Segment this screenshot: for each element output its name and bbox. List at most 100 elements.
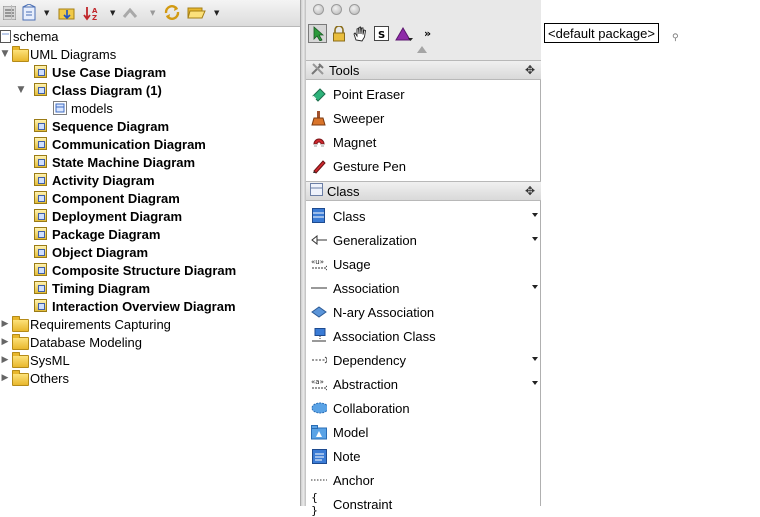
item-label: Dependency (333, 353, 406, 368)
folder-down-icon[interactable] (57, 4, 77, 21)
s-icon[interactable]: S (372, 24, 391, 43)
item-label: Collaboration (333, 401, 410, 416)
diamond-icon (311, 304, 327, 320)
sync-icon[interactable] (162, 4, 182, 21)
collapse-triangle-icon[interactable]: ▶ (0, 337, 10, 347)
tools-icon (310, 62, 326, 79)
collapse-triangle-icon[interactable]: ▶ (0, 355, 10, 365)
move-handle-icon[interactable]: ✥ (525, 63, 535, 77)
item-label: Point Eraser (333, 87, 405, 102)
palette-item-usage[interactable]: «u» Usage (306, 252, 541, 276)
expand-triangle-icon[interactable]: ▼ (0, 49, 10, 59)
minimize-window-button[interactable] (331, 4, 342, 15)
eraser-icon (311, 86, 327, 102)
sort-az-icon[interactable]: AZ (82, 4, 102, 21)
tree-item-label: Object Diagram (52, 244, 149, 260)
select-arrow-icon[interactable] (308, 24, 327, 43)
palette-item-association-class[interactable]: Association Class (306, 324, 541, 348)
diagram-icon (34, 281, 49, 295)
tree-item-others[interactable]: ▶ Others (0, 369, 69, 387)
menu-icon[interactable] (2, 4, 16, 21)
tree-item-state-machine-diagram[interactable]: State Machine Diagram (34, 153, 195, 171)
tree-item-composite-structure-diagram[interactable]: Composite Structure Diagram (34, 261, 236, 279)
package-label[interactable]: <default package> (544, 23, 659, 43)
tree-item-timing-diagram[interactable]: Timing Diagram (34, 279, 150, 297)
lock-icon[interactable] (329, 24, 348, 43)
palette-item-gesture-pen[interactable]: Gesture Pen (306, 154, 541, 178)
collapse-toolbar-icon[interactable] (417, 46, 427, 53)
constraint-icon: { } (311, 491, 318, 517)
class-diagram-file-icon (53, 101, 68, 115)
item-label: Sweeper (333, 111, 385, 126)
note-icon (311, 448, 327, 464)
svg-text:«u»: «u» (311, 258, 324, 266)
tree-item-component-diagram[interactable]: Component Diagram (34, 189, 180, 207)
dropdown-arrow-icon[interactable] (532, 213, 538, 217)
dropdown-arrow-icon[interactable] (532, 357, 538, 361)
diagram-canvas[interactable]: <default package> ⚲ (541, 0, 760, 506)
palette-item-constraint[interactable]: { } Constraint (306, 491, 541, 517)
tree-item-requirements-capturing[interactable]: ▶ Requirements Capturing (0, 315, 171, 333)
zoom-window-button[interactable] (349, 4, 360, 15)
diagram-icon (34, 155, 49, 169)
dropdown-arrow-icon[interactable] (532, 381, 538, 385)
tree-item-sysml[interactable]: ▶ SysML (0, 351, 70, 369)
tree-item-class-diagram[interactable]: ▼ Class Diagram (1) (16, 81, 162, 99)
tree-item-database-modeling[interactable]: ▶ Database Modeling (0, 333, 142, 351)
palette-item-note[interactable]: Note (306, 444, 541, 468)
tree-item-label: Component Diagram (52, 190, 180, 206)
tree-item-communication-diagram[interactable]: Communication Diagram (34, 135, 206, 153)
collapse-triangle-icon[interactable]: ▶ (0, 319, 10, 329)
hand-icon[interactable] (350, 24, 369, 43)
palette-item-abstraction[interactable]: «a» Abstraction (306, 372, 541, 396)
palette-item-generalization[interactable]: Generalization (306, 228, 541, 252)
folder-icon (12, 334, 29, 350)
tree-item-package-diagram[interactable]: Package Diagram (34, 225, 160, 243)
close-window-button[interactable] (313, 4, 324, 15)
tree-item-object-diagram[interactable]: Object Diagram (34, 243, 148, 261)
tree-item-deployment-diagram[interactable]: Deployment Diagram (34, 207, 182, 225)
palette-item-point-eraser[interactable]: Point Eraser (306, 82, 541, 106)
palette-item-association[interactable]: Association (306, 276, 541, 300)
item-label: Gesture Pen (333, 159, 406, 174)
diagram-icon (34, 83, 49, 97)
class-section-header[interactable]: Class ✥ (306, 181, 541, 201)
dropdown-arrow-icon[interactable] (532, 285, 538, 289)
tree-item-sequence-diagram[interactable]: Sequence Diagram (34, 117, 169, 135)
tree-item-label: Package Diagram (52, 226, 161, 242)
palette-item-dependency[interactable]: Dependency (306, 348, 541, 372)
tools-section-header[interactable]: Tools ✥ (306, 60, 541, 80)
tree-item-use-case-diagram[interactable]: Use Case Diagram (34, 63, 166, 81)
tree-item-models[interactable]: models (53, 99, 113, 117)
triangle-icon[interactable] (394, 24, 413, 43)
item-label: Magnet (333, 135, 377, 150)
refresh-diagram-icon[interactable] (19, 4, 39, 21)
collapse-triangle-icon[interactable]: ▶ (0, 373, 10, 383)
palette-item-class[interactable]: Class (306, 204, 541, 228)
tree-item-label: Deployment Diagram (52, 208, 183, 224)
tree-item-label: Sequence Diagram (52, 118, 170, 134)
palette-item-sweeper[interactable]: Sweeper (306, 106, 541, 130)
palette-item-collaboration[interactable]: Collaboration (306, 396, 541, 420)
dependency-icon (311, 352, 327, 368)
tree-item-label: Use Case Diagram (52, 64, 167, 80)
section-title: Class (327, 183, 360, 199)
move-handle-icon[interactable]: ✥ (525, 184, 535, 198)
palette-item-n-ary-association[interactable]: N-ary Association (306, 300, 541, 324)
tree-item-interaction-overview-diagram[interactable]: Interaction Overview Diagram (34, 297, 236, 315)
item-label: Anchor (333, 473, 375, 488)
magnify-icon: ⚲ (672, 33, 679, 43)
palette-item-magnet[interactable]: Magnet (306, 130, 541, 154)
folder-open-icon[interactable] (186, 4, 206, 21)
tree-item-uml-diagrams[interactable]: ▼ UML Diagrams (0, 45, 116, 63)
up-arrow-icon[interactable] (121, 4, 139, 21)
palette-item-anchor[interactable]: Anchor (306, 468, 541, 492)
svg-text:S: S (378, 30, 385, 41)
dropdown-arrow-icon[interactable] (532, 237, 538, 241)
expand-triangle-icon[interactable]: ▼ (16, 85, 26, 95)
tree-item-activity-diagram[interactable]: Activity Diagram (34, 171, 155, 189)
palette-item-model[interactable]: Model (306, 420, 541, 444)
expand-chevron-icon[interactable]: » (418, 24, 437, 43)
tree-item-schema[interactable]: schema (0, 27, 59, 45)
diagram-icon (34, 137, 49, 151)
